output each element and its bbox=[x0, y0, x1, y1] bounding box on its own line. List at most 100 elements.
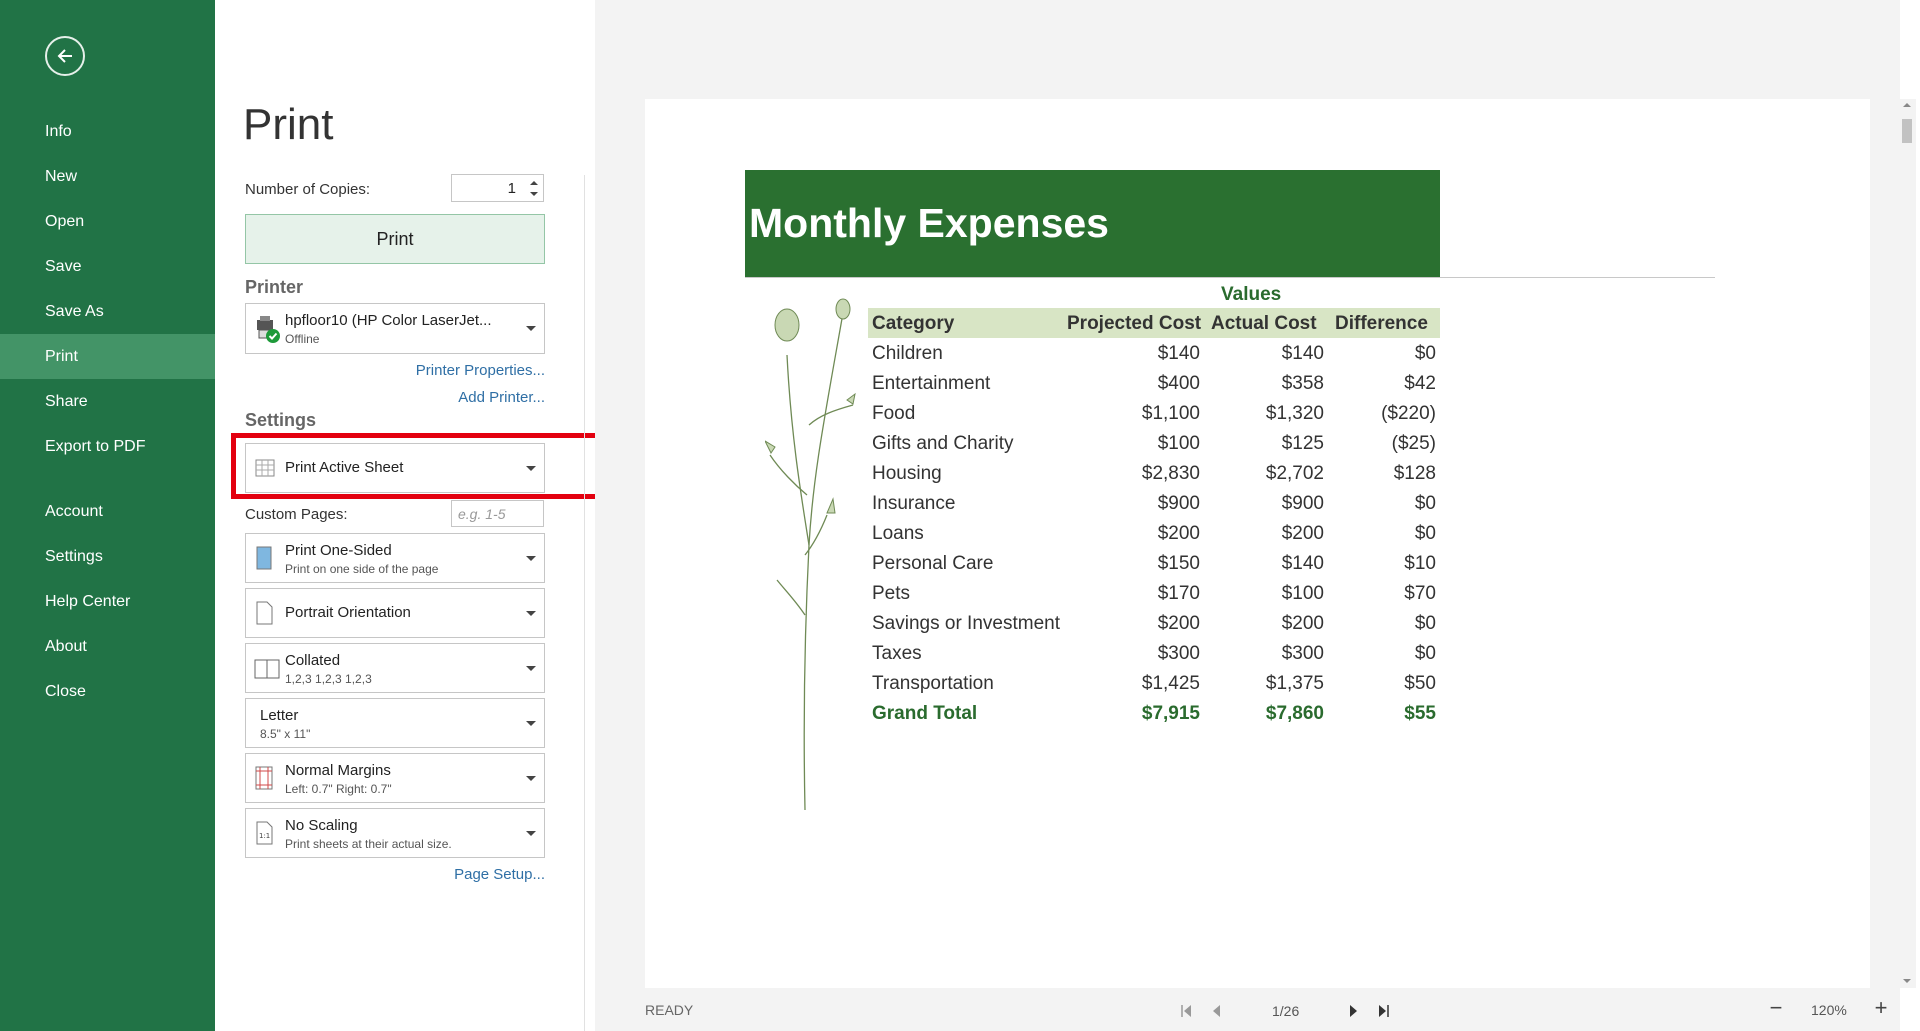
cell-actual: $200 bbox=[1281, 613, 1324, 634]
copies-value: 1 bbox=[507, 180, 516, 197]
cell-difference: $0 bbox=[1414, 493, 1436, 514]
previous-page-icon[interactable] bbox=[1207, 1001, 1225, 1021]
cell-actual: $140 bbox=[1281, 553, 1324, 574]
sidebar-item-open[interactable]: Open bbox=[0, 199, 215, 244]
cell-actual: $140 bbox=[1281, 343, 1324, 364]
cell-category: Entertainment bbox=[872, 373, 991, 394]
title-rule bbox=[745, 277, 1715, 278]
back-arrow-icon[interactable] bbox=[45, 36, 85, 76]
sidebar-item-info[interactable]: Info bbox=[0, 109, 215, 154]
excel-backstage-print: Info New Open Save Save As Print Share Export t… bbox=[0, 0, 1920, 1031]
cell-projected: $200 bbox=[1157, 613, 1200, 634]
chevron-down-icon bbox=[526, 326, 536, 331]
printer-heading: Printer bbox=[245, 277, 304, 297]
cell-category: Pets bbox=[872, 583, 911, 604]
cell-projected: $900 bbox=[1157, 493, 1200, 514]
first-page-icon[interactable] bbox=[1177, 1001, 1195, 1021]
cell-difference: ($220) bbox=[1381, 403, 1436, 424]
cell-difference: $50 bbox=[1404, 673, 1436, 694]
cell-category: Children bbox=[872, 343, 943, 364]
cell-difference: $0 bbox=[1414, 343, 1436, 364]
spin-down-icon[interactable] bbox=[529, 189, 539, 199]
cell-projected: $400 bbox=[1157, 373, 1200, 394]
cell-category: Insurance bbox=[872, 493, 956, 514]
cell-actual: $900 bbox=[1281, 493, 1324, 514]
scroll-up-icon[interactable] bbox=[1900, 99, 1914, 111]
margins-label: Normal Margins bbox=[285, 762, 391, 779]
table-row: Insurance $900 $900 $0 bbox=[0, 491, 1920, 521]
cell-actual: $100 bbox=[1281, 583, 1324, 604]
copies-stepper[interactable]: 1 bbox=[451, 174, 544, 202]
scaling-icon: 1:1 bbox=[255, 821, 273, 850]
page-setup-link[interactable]: Page Setup... bbox=[454, 866, 545, 883]
sidebar-item-save[interactable]: Save bbox=[0, 244, 215, 289]
cell-difference: $128 bbox=[1393, 463, 1436, 484]
page-title: Print bbox=[243, 100, 334, 149]
cell-category: Grand Total bbox=[872, 703, 978, 724]
last-page-icon[interactable] bbox=[1375, 1001, 1393, 1021]
report-banner: Monthly Expenses bbox=[745, 170, 1440, 277]
cell-actual: $7,860 bbox=[1265, 703, 1324, 724]
print-button[interactable]: Print bbox=[245, 214, 545, 264]
chevron-down-icon bbox=[526, 831, 536, 836]
col-header-actual: Actual Cost bbox=[1211, 313, 1317, 334]
cell-difference: $0 bbox=[1414, 643, 1436, 664]
margins-sublabel: Left: 0.7" Right: 0.7" bbox=[285, 782, 392, 796]
scroll-thumb[interactable] bbox=[1902, 119, 1912, 143]
scaling-dropdown[interactable]: 1:1 No Scaling Print sheets at their act… bbox=[245, 808, 545, 858]
status-text: READY bbox=[645, 1002, 694, 1018]
next-page-icon[interactable] bbox=[1345, 1001, 1363, 1021]
table-row: Taxes $300 $300 $0 bbox=[0, 641, 1920, 671]
cell-difference: $55 bbox=[1404, 703, 1436, 724]
cell-actual: $300 bbox=[1281, 643, 1324, 664]
table-row: Savings or Investment $200 $200 $0 bbox=[0, 611, 1920, 641]
cell-projected: $140 bbox=[1157, 343, 1200, 364]
cell-projected: $170 bbox=[1157, 583, 1200, 604]
col-header-category: Category bbox=[872, 313, 955, 334]
cell-category: Savings or Investment bbox=[872, 613, 1060, 634]
cell-projected: $1,425 bbox=[1141, 673, 1200, 694]
scaling-sublabel: Print sheets at their actual size. bbox=[285, 837, 452, 851]
table-row: Loans $200 $200 $0 bbox=[0, 521, 1920, 551]
table-row: Food $1,100 $1,320 ($220) bbox=[0, 401, 1920, 431]
printer-name: hpfloor10 (HP Color LaserJet... bbox=[285, 312, 492, 329]
table-row: Children $140 $140 $0 bbox=[0, 341, 1920, 371]
table-row: Personal Care $150 $140 $10 bbox=[0, 551, 1920, 581]
cell-actual: $200 bbox=[1281, 523, 1324, 544]
sidebar-item-new[interactable]: New bbox=[0, 154, 215, 199]
table-row: Transportation $1,425 $1,375 $50 bbox=[0, 671, 1920, 701]
spin-up-icon[interactable] bbox=[529, 178, 539, 188]
cell-projected: $150 bbox=[1157, 553, 1200, 574]
cell-projected: $100 bbox=[1157, 433, 1200, 454]
scaling-label: No Scaling bbox=[285, 817, 358, 834]
margins-dropdown[interactable]: Normal Margins Left: 0.7" Right: 0.7" bbox=[245, 753, 545, 803]
zoom-in-button[interactable]: + bbox=[1870, 995, 1892, 1020]
cell-category: Food bbox=[872, 403, 916, 424]
cell-projected: $2,830 bbox=[1141, 463, 1200, 484]
cell-actual: $358 bbox=[1281, 373, 1324, 394]
col-header-projected: Projected Cost bbox=[1067, 313, 1202, 334]
cell-category: Housing bbox=[872, 463, 942, 484]
grand-total-row: Grand Total $7,915 $7,860 $55 bbox=[0, 701, 1920, 731]
report-title: Monthly Expenses bbox=[749, 200, 1109, 246]
cell-category: Taxes bbox=[872, 643, 922, 664]
cell-projected: $1,100 bbox=[1141, 403, 1200, 424]
table-row: Pets $170 $100 $70 bbox=[0, 581, 1920, 611]
table-row: Entertainment $400 $358 $42 bbox=[0, 371, 1920, 401]
cell-difference: ($25) bbox=[1391, 433, 1436, 454]
cell-actual: $2,702 bbox=[1265, 463, 1324, 484]
cell-actual: $1,320 bbox=[1265, 403, 1324, 424]
page-indicator: 1/26 bbox=[1272, 1003, 1300, 1019]
svg-text:1:1: 1:1 bbox=[259, 832, 270, 840]
cell-difference: $0 bbox=[1414, 613, 1436, 634]
sidebar-item-save-as[interactable]: Save As bbox=[0, 289, 215, 334]
zoom-out-button[interactable]: − bbox=[1765, 995, 1787, 1020]
margins-icon bbox=[255, 766, 273, 795]
cell-projected: $300 bbox=[1157, 643, 1200, 664]
table-row: Housing $2,830 $2,702 $128 bbox=[0, 461, 1920, 491]
zoom-level: 120% bbox=[1811, 1002, 1847, 1018]
scroll-down-icon[interactable] bbox=[1900, 975, 1914, 987]
cell-category: Personal Care bbox=[872, 553, 994, 574]
cell-projected: $7,915 bbox=[1141, 703, 1200, 724]
cell-difference: $70 bbox=[1404, 583, 1436, 604]
